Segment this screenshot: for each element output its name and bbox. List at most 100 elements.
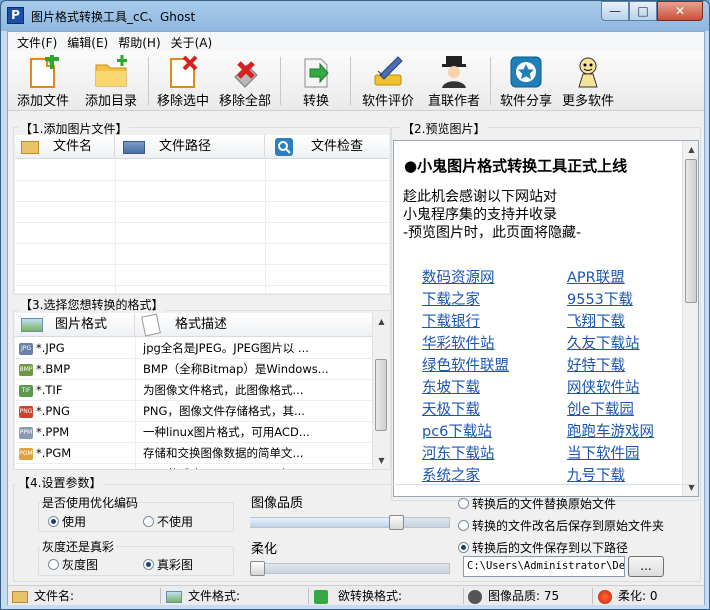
column-description[interactable]: 格式描述 [135, 313, 372, 337]
rate-software-button[interactable]: 软件评价 [356, 53, 420, 109]
browse-button[interactable]: ... [628, 556, 664, 577]
column-filename-label: 文件名 [53, 139, 93, 154]
app-icon[interactable]: P [7, 7, 24, 24]
output-path-input[interactable]: C:\Users\Administrator\Desk [463, 556, 625, 577]
format-name: *.TIF [36, 383, 63, 397]
close-button[interactable]: ✕ [657, 1, 703, 21]
scroll-up-arrow[interactable]: ▲ [683, 141, 698, 158]
format-scrollbar[interactable]: ▲ ▼ [372, 313, 389, 469]
site-link[interactable]: APR联盟 [567, 266, 625, 287]
file-list[interactable]: 文件名 文件路径 文件检查 [15, 135, 389, 293]
format-name: *.PBM [36, 467, 70, 469]
format-name: *.PGM [36, 446, 72, 460]
menu-edit[interactable]: 编辑(E) [62, 32, 113, 51]
format-row[interactable]: PNG *.PNG PNG，图像文件存储格式，其... [15, 401, 372, 422]
site-link[interactable]: 九号下载 [567, 464, 625, 485]
rate-pen-icon [370, 55, 406, 89]
grayscale-label: 灰度图 [62, 558, 99, 572]
optimize-use-radio[interactable]: 使用 [48, 513, 86, 530]
site-link[interactable]: 华彩软件站 [422, 332, 495, 353]
replace-original-label: 转换后的文件替换原始文件 [472, 497, 617, 511]
share-software-label: 软件分享 [499, 94, 552, 109]
preview-pane[interactable]: ●小鬼图片格式转换工具正式上线 趁此机会感谢以下网站对 小鬼程序集的支持并收录 … [393, 140, 699, 497]
remove-all-label: 移除全部 [218, 94, 271, 109]
add-directory-button[interactable]: 添加目录 [80, 53, 142, 109]
share-software-button[interactable]: 软件分享 [494, 53, 558, 109]
truecolor-radio[interactable]: 真彩图 [143, 556, 193, 573]
status-filename: 文件名: [34, 589, 75, 603]
slider-knob[interactable] [250, 561, 265, 576]
column-filename[interactable]: 文件名 [15, 135, 115, 159]
menu-help[interactable]: 帮助(H) [113, 32, 165, 51]
window-title: 图片格式转换工具_cC、Ghost [31, 10, 196, 24]
scroll-down-arrow[interactable]: ▼ [373, 452, 389, 469]
slider-knob[interactable] [388, 515, 404, 530]
maximize-button[interactable]: □ [629, 1, 657, 21]
convert-button[interactable]: 转换 [290, 53, 342, 109]
contact-author-button[interactable]: 直联作者 [422, 53, 486, 109]
scroll-up-arrow[interactable]: ▲ [373, 313, 389, 330]
status-separator [463, 588, 464, 604]
site-link[interactable]: 下载之家 [422, 288, 480, 309]
optimize-use-label: 使用 [62, 515, 87, 529]
site-link[interactable]: 天极下载 [422, 398, 480, 419]
menu-about[interactable]: 关于(A) [166, 32, 218, 51]
remove-all-button[interactable]: 移除全部 [214, 53, 276, 109]
optimize-nouse-radio[interactable]: 不使用 [143, 513, 193, 530]
format-row[interactable]: PGM *.PGM 存储和交换图像数据的简单文... [15, 443, 372, 464]
radio-selected-icon [48, 516, 59, 527]
site-link[interactable]: 东坡下载 [422, 376, 480, 397]
site-link[interactable]: 系统之家 [422, 464, 480, 485]
add-file-icon [25, 55, 61, 89]
scroll-thumb[interactable] [375, 359, 387, 431]
grid-line [15, 264, 389, 265]
menu-file[interactable]: 文件(F) [12, 32, 62, 51]
radio-selected-icon [143, 559, 154, 570]
site-link[interactable]: 创e下载园 [567, 398, 634, 419]
status-quality: 图像品质: 75 [488, 589, 560, 603]
minimize-button[interactable]: — [601, 1, 629, 21]
site-link[interactable]: 飞翔下载 [567, 310, 625, 331]
site-link[interactable]: 9553下载 [567, 288, 633, 309]
more-software-button[interactable]: 更多软件 [558, 53, 618, 109]
format-list[interactable]: 图片格式 格式描述 JPG *.JPG jpg全名是JPEG。JPEG图片以 ...… [15, 313, 389, 469]
format-row[interactable]: TIF *.TIF 为图像文件格式，此图像格式... [15, 380, 372, 401]
rename-save-radio[interactable]: 转换的文件改名后保存到原始文件夹 [458, 517, 664, 534]
add-file-button[interactable]: 添加文件 [12, 53, 74, 109]
site-link[interactable]: pc6下载站 [422, 420, 492, 441]
soften-slider[interactable] [250, 557, 450, 579]
format-row[interactable]: PPM *.PPM 一种linux图片格式，可用ACD... [15, 422, 372, 443]
radio-icon [48, 559, 59, 570]
column-filecheck[interactable]: 文件检查 [265, 135, 389, 159]
column-format[interactable]: 图片格式 [15, 313, 135, 337]
site-link[interactable]: 网侠软件站 [567, 376, 640, 397]
site-link[interactable]: 当下软件园 [567, 442, 640, 463]
grid-line [15, 285, 389, 286]
site-link[interactable]: 河东下载站 [422, 442, 495, 463]
format-row[interactable]: PBM*.PBM PBM格式由Jef Poskanzer在20... [15, 464, 372, 469]
grayscale-radio[interactable]: 灰度图 [48, 556, 98, 573]
quality-icon [468, 588, 482, 604]
site-link[interactable]: 跑跑车游戏网 [567, 420, 654, 441]
quality-slider[interactable] [250, 511, 450, 533]
site-link[interactable]: 好特下载 [567, 354, 625, 375]
site-link[interactable]: 久友下载站 [567, 332, 640, 353]
column-filepath[interactable]: 文件路径 [115, 135, 265, 159]
save-to-path-radio[interactable]: 转换后的文件保存到以下路径 [458, 539, 628, 556]
grid-line [135, 337, 136, 469]
site-link[interactable]: 绿色软件联盟 [422, 354, 509, 375]
title-bar[interactable]: P 图片格式转换工具_cC、Ghost — □ ✕ [1, 1, 709, 31]
toolbar-separator [350, 57, 351, 105]
format-row[interactable]: BMP *.BMP BMP（全称Bitmap）是Windows... [15, 359, 372, 380]
save-to-path-label: 转换后的文件保存到以下路径 [472, 541, 629, 555]
format-description: 为图像文件格式，此图像格式... [143, 383, 304, 397]
scroll-thumb[interactable] [685, 159, 697, 303]
remove-selected-button[interactable]: 移除选中 [152, 53, 214, 109]
preview-text-line: -预览图片时，此页面将隐藏- [403, 225, 582, 241]
format-row[interactable]: JPG *.JPG jpg全名是JPEG。JPEG图片以 ... [15, 338, 372, 359]
preview-scrollbar[interactable]: ▲ ▼ [682, 141, 698, 496]
site-link[interactable]: 下载银行 [422, 310, 480, 331]
replace-original-radio[interactable]: 转换后的文件替换原始文件 [458, 495, 616, 512]
format-cell: PNG *.PNG [15, 401, 135, 422]
site-link[interactable]: 数码资源网 [422, 266, 495, 287]
